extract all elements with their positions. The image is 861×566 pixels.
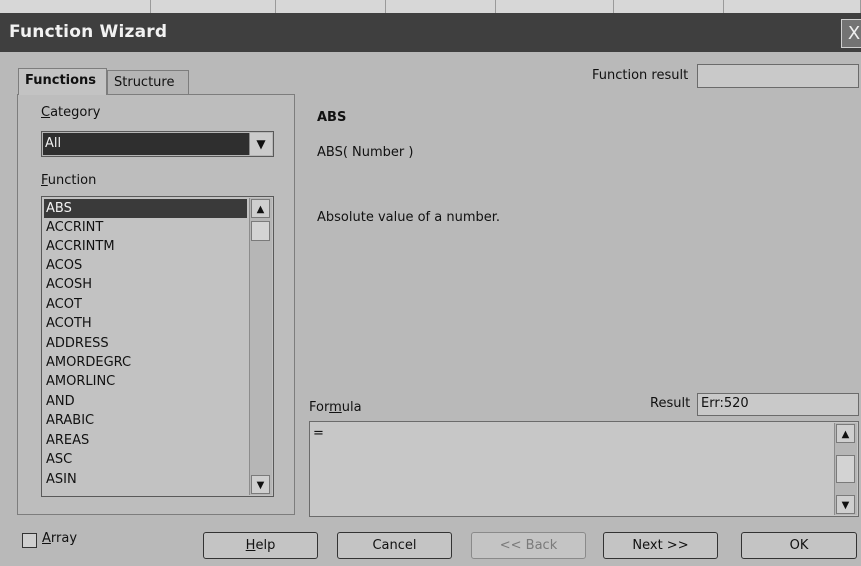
array-label-text: rray [50,531,78,546]
function-signature: ABS( Number ) [317,145,414,160]
list-item[interactable]: ACOSH [44,275,247,294]
tab-structure[interactable]: Structure [107,70,189,94]
function-list-scrollbar[interactable]: ▲ ▼ [249,198,272,495]
function-result-label: Function result [592,68,689,83]
chevron-up-icon[interactable]: ▲ [836,424,855,443]
grid-cell [275,0,386,13]
list-item[interactable]: ARABIC [44,411,247,430]
help-label-text: elp [255,538,276,553]
spreadsheet-header-strip [0,0,861,13]
list-item[interactable]: AREAS [44,431,247,450]
formula-text: = [313,426,324,441]
formula-input[interactable]: = ▲ ▼ [309,421,859,517]
array-checkbox[interactable] [22,533,37,548]
cancel-button[interactable]: Cancel [337,532,452,559]
function-label-mnemonic: F [41,173,48,188]
scrollbar-thumb[interactable] [836,455,855,483]
chevron-down-icon[interactable]: ▼ [251,475,270,494]
category-dropdown[interactable]: All ▼ [41,131,274,157]
list-item[interactable]: ACOT [44,295,247,314]
tab-functions[interactable]: Functions [18,68,107,95]
help-mnemonic: H [245,538,256,553]
list-item[interactable]: ACCRINT [44,218,247,237]
list-item[interactable]: ACCRINTM [44,237,247,256]
function-name-heading: ABS [317,110,347,125]
grid-cell [613,0,724,13]
list-item[interactable]: AMORLINC [44,372,247,391]
grid-cell [723,0,861,13]
list-item[interactable]: ABS [44,199,247,218]
chevron-down-icon[interactable]: ▼ [249,133,272,155]
formula-label: Formula [309,400,362,415]
list-item[interactable]: ACOTH [44,314,247,333]
grid-cell [495,0,614,13]
list-item[interactable]: AND [44,392,247,411]
list-item[interactable]: AMORDEGRC [44,353,247,372]
grid-cell [0,0,151,13]
category-label: Category [41,105,100,120]
grid-cell [385,0,496,13]
help-button[interactable]: Help [203,532,318,559]
formula-scrollbar[interactable]: ▲ ▼ [834,423,857,515]
array-label: Array [42,531,77,546]
title-bar[interactable]: Function Wizard X [0,13,861,52]
function-result-field [697,64,859,88]
function-description: Absolute value of a number. [317,210,501,225]
grid-cell [150,0,276,13]
back-button[interactable]: << Back [471,532,586,559]
function-listbox[interactable]: ABS ACCRINT ACCRINTM ACOS ACOSH ACOT ACO… [41,196,274,497]
function-label-text: unction [47,173,97,188]
scrollbar-thumb[interactable] [251,221,270,241]
chevron-up-icon[interactable]: ▲ [251,199,270,218]
next-button[interactable]: Next >> [603,532,718,559]
list-item[interactable]: ASC [44,450,247,469]
result-field: Err:520 [697,393,859,416]
formula-label-mnemonic: m [329,400,342,415]
result-label: Result [650,396,691,411]
ok-button[interactable]: OK [741,532,857,559]
formula-label-end: ula [341,400,362,415]
category-label-mnemonic: C [41,105,51,120]
list-item[interactable]: ASIN [44,470,247,489]
category-selected-value: All [43,133,250,155]
category-label-text: ategory [50,105,101,120]
array-label-mnemonic: A [42,531,51,546]
close-icon[interactable]: X [841,19,861,48]
function-label: Function [41,173,96,188]
chevron-down-icon[interactable]: ▼ [836,495,855,514]
list-item[interactable]: ADDRESS [44,334,247,353]
window-title: Function Wizard [9,22,168,42]
list-item[interactable]: ACOS [44,256,247,275]
formula-label-start: For [309,400,330,415]
